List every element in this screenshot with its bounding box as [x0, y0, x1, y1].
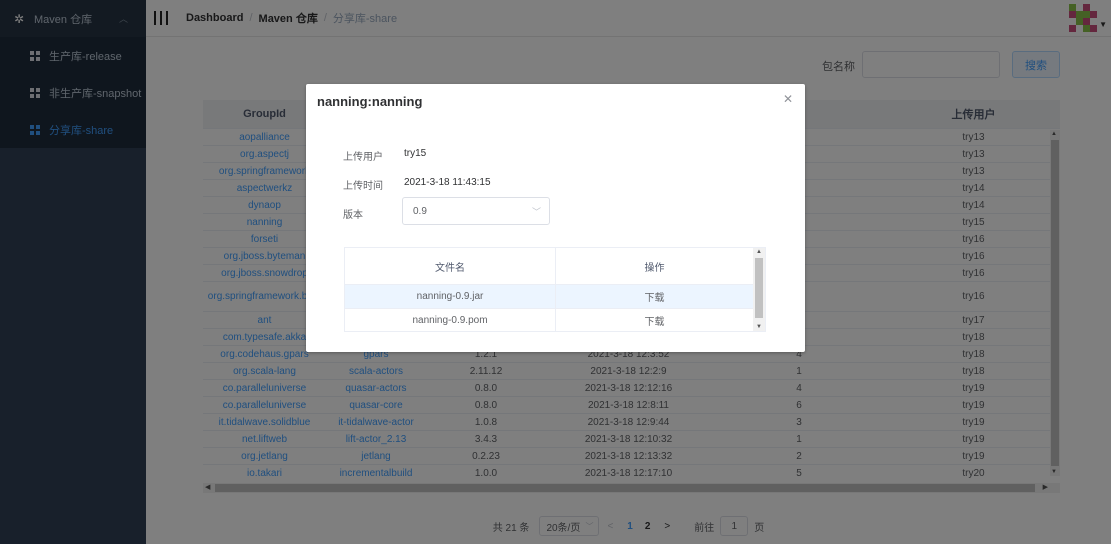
- file-row[interactable]: nanning-0.9.pom 下载: [345, 309, 765, 331]
- version-select[interactable]: 0.9 ﹀: [402, 197, 550, 225]
- scroll-up-icon[interactable]: ▲: [756, 249, 762, 255]
- uploader-label: 上传用户: [343, 152, 383, 163]
- close-icon[interactable]: ✕: [783, 92, 793, 106]
- download-button[interactable]: 下载: [556, 285, 753, 308]
- uploader-value: try15: [404, 148, 427, 159]
- download-button[interactable]: 下载: [556, 309, 753, 331]
- file-table-scrollbar[interactable]: ▲ ▼: [753, 248, 765, 331]
- file-table-header: 文件名 操作: [345, 248, 765, 285]
- column-header: 操作: [644, 262, 665, 274]
- dialog-title: nanning:nanning: [317, 94, 423, 109]
- chevron-down-icon: ﹀: [531, 206, 541, 217]
- package-detail-dialog: nanning:nanning ✕ 上传用户 try15 上传时间 2021-3…: [306, 84, 805, 352]
- scroll-down-icon[interactable]: ▼: [756, 324, 762, 330]
- file-name: nanning-0.9.pom: [345, 309, 556, 331]
- file-row[interactable]: nanning-0.9.jar 下载: [345, 285, 765, 309]
- file-name: nanning-0.9.jar: [345, 285, 556, 308]
- column-header: 文件名: [345, 248, 556, 284]
- upload-time-label: 上传时间: [343, 181, 383, 192]
- version-label: 版本: [343, 210, 363, 221]
- file-table: 文件名 操作 nanning-0.9.jar 下载 nanning-0.9.po…: [344, 247, 766, 332]
- upload-time-value: 2021-3-18 11:43:15: [404, 177, 491, 188]
